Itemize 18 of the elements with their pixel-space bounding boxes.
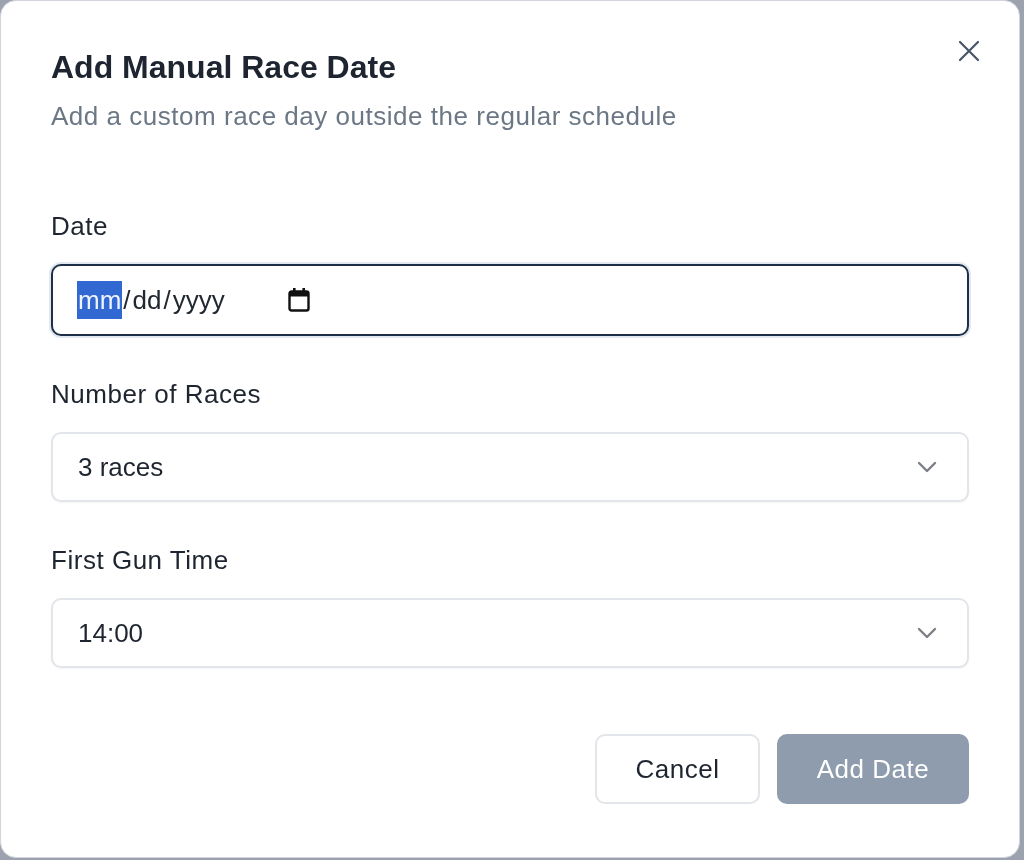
cancel-button[interactable]: Cancel [595,734,760,804]
date-separator: / [162,284,172,317]
field-label: First Gun Time [51,544,229,577]
date-segment[interactable]: yyyy [171,281,226,319]
calendar-icon[interactable] [287,288,310,312]
field-label: Number of Races [51,378,262,411]
date-field[interactable]: mm/dd/yyyy [51,264,969,336]
date-segment[interactable]: mm [77,281,123,319]
dialog-title: Add Manual Race Date [51,48,396,87]
date-segment[interactable]: dd [131,281,163,319]
select-field[interactable]: 14:00 [51,598,969,668]
chevron-down-icon [917,461,937,473]
date-separator: / [122,284,132,317]
chevron-down-icon [917,627,937,639]
dialog-subtitle: Add a custom race day outside the regular schedule [51,100,677,133]
close-icon [958,40,980,62]
select-field[interactable]: 3 races [51,432,969,502]
field-label: Date [51,210,108,243]
